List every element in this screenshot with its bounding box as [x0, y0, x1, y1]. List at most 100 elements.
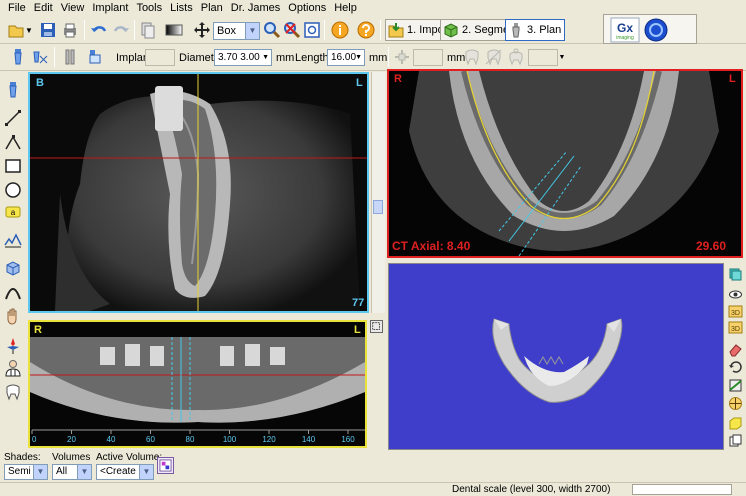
left-tool-column: a	[0, 72, 25, 452]
menu-options[interactable]: Options	[284, 0, 330, 17]
length-unit: mm	[369, 52, 388, 64]
rotate-button[interactable]	[727, 359, 744, 376]
nerve-canal-button[interactable]	[3, 282, 23, 302]
volume-color-button[interactable]	[157, 457, 174, 474]
3d-reset-icon: 3D	[728, 321, 743, 334]
3d-reset-button[interactable]: 3D	[727, 319, 744, 336]
abutment-button[interactable]	[85, 47, 105, 67]
zoom-button[interactable]	[262, 20, 282, 40]
step-plan-button[interactable]: 3. Plan	[505, 19, 566, 41]
tooth-tool-button[interactable]	[3, 382, 23, 402]
diameter-select[interactable]: 3.70 3.00 ▼	[214, 49, 272, 66]
help-icon	[357, 21, 375, 39]
copy-button[interactable]	[138, 20, 158, 40]
crown-button[interactable]	[392, 47, 412, 67]
info-icon	[331, 21, 349, 39]
marker-tool-button[interactable]	[3, 336, 23, 356]
axial-view[interactable]: R L CT Axial: 8.40 29.60	[387, 69, 743, 258]
chevron-down-icon: ▼	[33, 465, 47, 479]
ruler-tick-label: 140	[302, 435, 316, 444]
more-options-dropdown[interactable]: ▼	[558, 47, 566, 67]
measure-line-button[interactable]	[3, 108, 23, 128]
menu-lists[interactable]: Lists	[166, 0, 197, 17]
measure-angle-button[interactable]	[3, 132, 23, 152]
dentist-profile-button[interactable]	[3, 358, 23, 378]
gx-logo-icon: Gx imaging	[610, 17, 668, 43]
new-file-icon	[8, 25, 24, 38]
implant-tool-button[interactable]	[3, 80, 23, 100]
hand-tool-button[interactable]	[3, 306, 23, 326]
eraser-button[interactable]	[727, 341, 744, 358]
cross-section-scrollbar[interactable]	[371, 72, 385, 313]
zoom-reset-icon	[284, 22, 301, 39]
menu-plan[interactable]: Plan	[197, 0, 227, 17]
sagittal-slice-number: 77	[352, 297, 364, 309]
tooth-tool-3-button[interactable]	[506, 47, 526, 67]
surface-button[interactable]	[727, 415, 744, 432]
info-button[interactable]	[330, 20, 350, 40]
orientation-button[interactable]	[727, 395, 744, 412]
volume-tool-button[interactable]	[3, 258, 23, 278]
zoom-reset-button[interactable]	[282, 20, 302, 40]
rectangle-tool-button[interactable]	[3, 156, 23, 176]
length-select[interactable]: 16.00 ▼	[327, 49, 365, 66]
clip-plane-icon	[729, 379, 742, 392]
crown-size-field[interactable]	[413, 49, 443, 66]
cross-section-image: B L 77	[30, 74, 367, 311]
scroll-thumb[interactable]	[373, 200, 383, 214]
menu-user[interactable]: Dr. James	[227, 0, 285, 17]
redo-button[interactable]	[111, 20, 131, 40]
shades-select[interactable]: Semi ▼	[4, 464, 48, 480]
chevron-down-icon: ▼	[262, 54, 269, 61]
length-value: 16.00	[331, 52, 357, 63]
menu-edit[interactable]: Edit	[30, 0, 57, 17]
save-icon	[41, 23, 55, 37]
menu-help[interactable]: Help	[330, 0, 361, 17]
mode-select[interactable]: Box ▼	[213, 22, 260, 40]
tooth-angle-field[interactable]	[528, 49, 558, 66]
print-button[interactable]	[60, 20, 80, 40]
ellipse-tool-button[interactable]	[3, 180, 23, 200]
active-volume-select[interactable]: <Create ▼	[96, 464, 154, 480]
new-file-button[interactable]	[6, 20, 26, 40]
new-file-dropdown[interactable]: ▼	[24, 20, 34, 40]
tooth-tool-2-button[interactable]	[484, 47, 504, 67]
panoramic-right-label: L	[354, 324, 361, 336]
tooth-tool-1-button[interactable]	[462, 47, 482, 67]
implant-field[interactable]	[145, 49, 175, 66]
3d-render-view[interactable]	[388, 263, 724, 450]
add-implant-button[interactable]	[8, 47, 28, 67]
profile-icon	[4, 233, 22, 248]
menu-tools[interactable]: Tools	[132, 0, 166, 17]
copy-view-button[interactable]	[727, 432, 744, 449]
volumes-select[interactable]: All ▼	[52, 464, 92, 480]
undo-button[interactable]	[89, 20, 109, 40]
help-button[interactable]	[356, 20, 376, 40]
abutment-icon	[89, 50, 101, 64]
menu-file[interactable]: File	[4, 0, 30, 17]
panoramic-view[interactable]: 0 20 40 60 80 100 120 140 160 R L	[28, 320, 367, 448]
ruler-tick-label: 80	[186, 435, 195, 444]
ruler-tick-label: 40	[107, 435, 116, 444]
nerve-tool-button[interactable]	[60, 47, 80, 67]
surface-icon	[729, 417, 742, 430]
implant-library-button[interactable]	[30, 47, 50, 67]
fit-view-button[interactable]	[302, 20, 322, 40]
clip-plane-button[interactable]	[727, 377, 744, 394]
maximize-view-button[interactable]	[370, 320, 383, 333]
menu-view[interactable]: View	[57, 0, 89, 17]
save-button[interactable]	[38, 20, 58, 40]
menu-implant[interactable]: Implant	[88, 0, 132, 17]
render-layers-button[interactable]	[727, 266, 744, 283]
3d-view-button[interactable]: 3D	[727, 303, 744, 320]
cross-section-view[interactable]: B L 77	[28, 72, 369, 313]
visibility-button[interactable]	[727, 286, 744, 303]
window-level-button[interactable]	[164, 20, 184, 40]
annotation-tool-button[interactable]: a	[3, 202, 23, 222]
pan-button[interactable]	[192, 20, 212, 40]
axial-image: R L CT Axial: 8.40 29.60	[389, 71, 741, 256]
profile-tool-button[interactable]	[3, 230, 23, 250]
bottom-options-panel: Shades: Semi ▼ Volumes All ▼ Active Volu…	[0, 452, 746, 482]
rectangle-icon	[5, 159, 21, 173]
redo-icon	[113, 26, 129, 32]
